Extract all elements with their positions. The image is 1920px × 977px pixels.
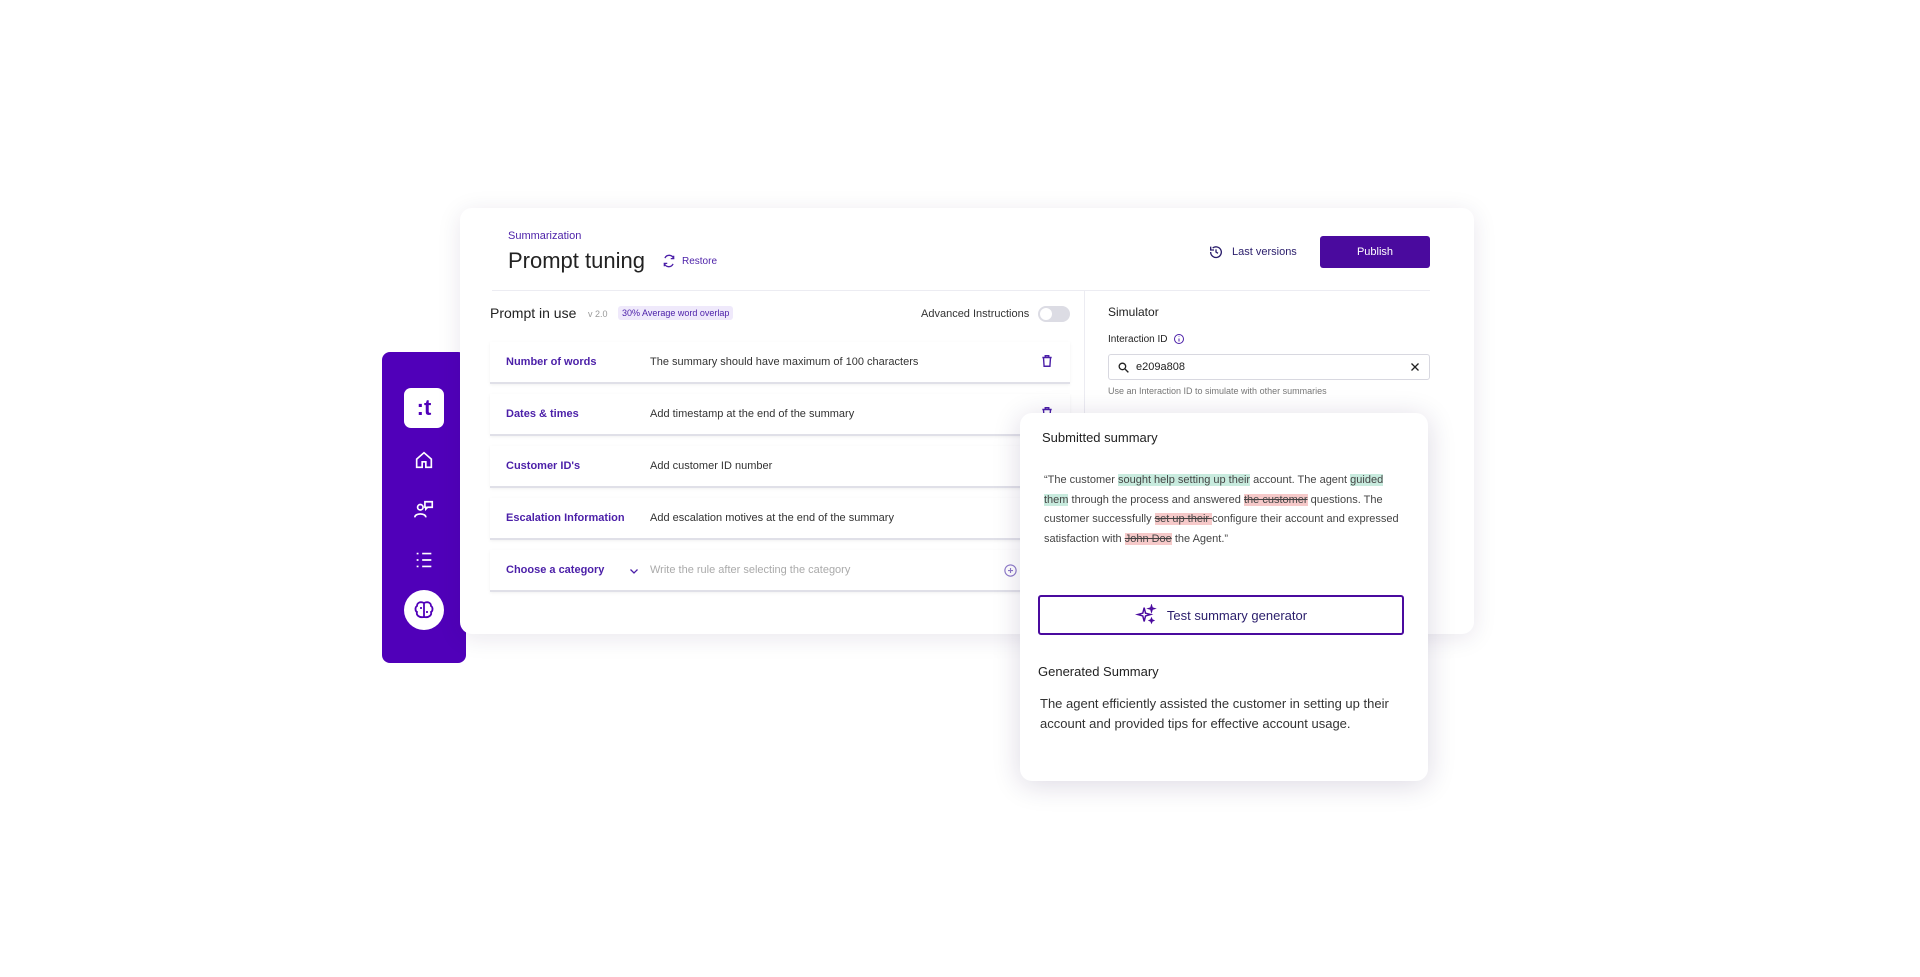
summary-segment: account. The agent — [1250, 474, 1351, 486]
last-versions-label: Last versions — [1232, 246, 1297, 258]
simulator-title: Simulator — [1108, 305, 1159, 319]
test-summary-generator-label: Test summary generator — [1166, 607, 1308, 623]
rule-name: Customer ID's — [506, 460, 581, 472]
interaction-id-value[interactable]: e209a808 — [1136, 361, 1403, 373]
rule-name: Dates & times — [506, 408, 579, 420]
test-summary-generator-button[interactable]: Test summary generator — [1038, 595, 1404, 635]
rule-row[interactable]: Dates & times Add timestamp at the end o… — [490, 394, 1070, 436]
last-versions-button[interactable]: Last versions — [1208, 244, 1297, 260]
rule-description[interactable]: Add timestamp at the end of the summary — [650, 408, 854, 420]
summary-segment: the Agent.” — [1171, 532, 1229, 545]
submitted-summary-text: “The customer sought help setting up the… — [1044, 471, 1404, 549]
summary-segment: through the process and answered — [1068, 493, 1244, 506]
removed-text: John Doe — [1124, 532, 1172, 545]
home-icon[interactable] — [404, 440, 444, 480]
new-rule-row: Choose a category Write the rule after s… — [490, 550, 1070, 592]
history-icon — [1209, 246, 1222, 259]
agent-chat-icon[interactable] — [404, 490, 444, 530]
app-logo[interactable]: :t — [404, 388, 444, 428]
list-icon[interactable] — [404, 540, 444, 580]
close-icon[interactable] — [1409, 361, 1421, 373]
generated-summary-title: Generated Summary — [1038, 664, 1159, 679]
interaction-id-input[interactable]: e209a808 — [1108, 354, 1430, 380]
generated-summary-text: The agent efficiently assisted the custo… — [1040, 696, 1389, 731]
advanced-instructions-label: Advanced Instructions — [921, 308, 1030, 320]
restore-label: Restore — [682, 255, 718, 267]
rule-row[interactable]: Escalation Information Add escalation mo… — [490, 498, 1070, 540]
page-title: Prompt tuning — [508, 248, 645, 273]
rule-row[interactable]: Customer ID's Add customer ID number — [490, 446, 1070, 488]
summary-card: Submitted summary “The customer sought h… — [1020, 413, 1428, 781]
sparkle-icon — [1134, 604, 1157, 625]
rule-name: Escalation Information — [506, 512, 625, 524]
brain-icon[interactable] — [404, 590, 444, 630]
restore-button[interactable]: Restore — [662, 254, 717, 268]
submitted-summary-title: Submitted summary — [1042, 430, 1158, 445]
summary-segment: “The customer — [1044, 474, 1118, 486]
rule-row[interactable]: Number of words The summary should have … — [490, 342, 1070, 384]
refresh-icon — [663, 254, 675, 268]
rule-description[interactable]: The summary should have maximum of 100 c… — [650, 356, 918, 368]
interaction-id-text: Interaction ID — [1108, 333, 1168, 345]
advanced-instructions-toggle[interactable] — [1038, 306, 1070, 322]
chevron-down-icon[interactable] — [628, 564, 640, 582]
divider — [492, 290, 1430, 291]
category-select[interactable]: Choose a category — [506, 564, 604, 576]
interaction-id-help: Use an Interaction ID to simulate with o… — [1108, 386, 1327, 396]
trash-icon[interactable] — [1040, 354, 1054, 373]
overlap-badge: 30% Average word overlap — [618, 306, 734, 320]
rule-description[interactable]: Add escalation motives at the end of the… — [650, 512, 894, 524]
interaction-id-label: Interaction ID — [1108, 333, 1185, 345]
version-label: v 2.0 — [588, 309, 608, 319]
prompt-title: Prompt in use — [490, 305, 577, 321]
rule-description[interactable]: Add customer ID number — [650, 460, 772, 472]
info-icon[interactable] — [1173, 333, 1185, 345]
rule-input[interactable]: Write the rule after selecting the categ… — [650, 564, 850, 576]
added-text: sought help setting up their — [1117, 474, 1251, 486]
removed-text: the customer — [1243, 493, 1308, 506]
removed-text: set up their — [1154, 513, 1213, 525]
search-icon — [1118, 362, 1129, 373]
add-circle-icon[interactable] — [1003, 563, 1018, 583]
sidebar: :t — [382, 352, 466, 663]
rule-name: Number of words — [506, 356, 597, 368]
breadcrumb[interactable]: Summarization — [508, 230, 581, 242]
publish-button[interactable]: Publish — [1320, 236, 1430, 268]
toggle-knob — [1040, 308, 1052, 320]
